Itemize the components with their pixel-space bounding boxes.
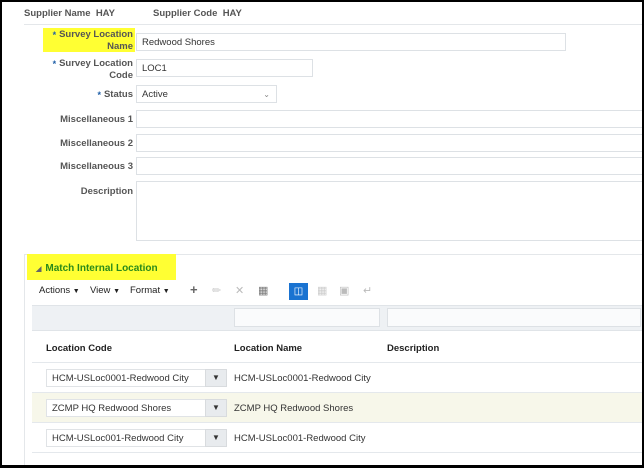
location-name-cell: HCM-USLoc0001-Redwood City bbox=[234, 373, 371, 384]
caret-down-icon: ▼ bbox=[212, 373, 220, 382]
description-label: Description bbox=[80, 186, 133, 197]
survey-location-name-label: * Survey Location Name bbox=[53, 29, 133, 53]
format-label: Format bbox=[130, 285, 161, 296]
freeze-icon[interactable]: ▦ bbox=[258, 284, 268, 297]
label-line: Code bbox=[109, 70, 133, 81]
view-menu[interactable]: View ▼ bbox=[90, 285, 120, 296]
dropdown-button[interactable]: ▼ bbox=[205, 369, 227, 387]
section-title: Match Internal Location bbox=[45, 263, 158, 274]
collapse-triangle-icon: ◢ bbox=[36, 266, 42, 273]
format-menu[interactable]: Format ▼ bbox=[130, 285, 170, 296]
caret-down-icon: ▼ bbox=[72, 288, 80, 295]
wrap-icon[interactable]: ↵ bbox=[363, 284, 372, 297]
location-name-cell: ZCMP HQ Redwood Shores bbox=[234, 403, 354, 414]
page: Supplier Name HAY Supplier Code HAY * Sur… bbox=[2, 2, 642, 465]
label-line: Survey Location bbox=[59, 29, 133, 40]
table-row[interactable]: HCM-USLoc0001-Redwood City ▼ HCM-USLoc00… bbox=[32, 363, 642, 393]
status-label: * Status bbox=[97, 89, 133, 101]
required-marker: * bbox=[97, 90, 101, 100]
supplier-name: Supplier Name HAY bbox=[24, 8, 115, 19]
divider bbox=[24, 24, 642, 25]
section-header[interactable]: ◢ Match Internal Location bbox=[36, 263, 158, 274]
misc1-label: Miscellaneous 1 bbox=[60, 114, 133, 125]
dropdown-button[interactable]: ▼ bbox=[205, 429, 227, 447]
filter-icon: ◫ bbox=[293, 286, 304, 297]
caret-down-icon: ▼ bbox=[162, 288, 170, 295]
dropdown-button[interactable]: ▼ bbox=[205, 399, 227, 417]
columns-icon[interactable]: ▦ bbox=[317, 284, 327, 297]
description-filter-input[interactable] bbox=[387, 308, 641, 327]
misc2-input[interactable] bbox=[136, 134, 642, 152]
status-value: Active bbox=[142, 89, 168, 100]
actions-label: Actions bbox=[39, 285, 71, 296]
misc2-label: Miscellaneous 2 bbox=[60, 138, 133, 149]
table-header: Location Code Location Name Description bbox=[32, 331, 642, 363]
label-line: Name bbox=[107, 41, 133, 52]
caret-down-icon: ▼ bbox=[212, 403, 220, 412]
survey-location-name-input[interactable]: Redwood Shores bbox=[136, 33, 566, 51]
survey-location-code-input[interactable]: LOC1 bbox=[136, 59, 313, 77]
misc3-label: Miscellaneous 3 bbox=[60, 161, 133, 172]
delete-icon[interactable]: ✕ bbox=[235, 284, 244, 297]
detach-icon[interactable]: ▣ bbox=[339, 284, 349, 297]
table-row[interactable]: HCM-USLoc001-Redwood City ▼ HCM-USLoc001… bbox=[32, 423, 642, 453]
add-icon[interactable]: + bbox=[190, 282, 198, 297]
supplier-name-value: HAY bbox=[95, 8, 115, 19]
required-marker: * bbox=[52, 59, 57, 69]
actions-menu[interactable]: Actions ▼ bbox=[39, 285, 80, 296]
status-select[interactable]: Active ⌄ bbox=[136, 85, 277, 103]
label-text: Status bbox=[103, 89, 133, 100]
column-header-description[interactable]: Description bbox=[387, 343, 439, 354]
caret-down-icon: ▼ bbox=[113, 288, 120, 295]
label-line: Survey Location bbox=[59, 58, 133, 69]
survey-location-code-label: * Survey Location Code bbox=[53, 58, 133, 82]
location-name-filter-input[interactable] bbox=[234, 308, 380, 327]
misc1-input[interactable] bbox=[136, 110, 642, 128]
supplier-code-value: HAY bbox=[222, 8, 242, 19]
edit-icon[interactable]: ✏ bbox=[212, 284, 221, 297]
query-by-example-button[interactable]: ◫ bbox=[289, 283, 308, 300]
chevron-down-icon: ⌄ bbox=[263, 90, 270, 99]
description-textarea[interactable] bbox=[136, 181, 642, 241]
caret-down-icon: ▼ bbox=[212, 433, 220, 442]
view-label: View bbox=[90, 285, 111, 296]
location-code-select[interactable]: HCM-USLoc001-Redwood City bbox=[46, 429, 227, 447]
required-marker: * bbox=[52, 30, 57, 40]
table-row[interactable]: ZCMP HQ Redwood Shores ▼ ZCMP HQ Redwood… bbox=[32, 393, 642, 423]
location-code-select[interactable]: HCM-USLoc0001-Redwood City bbox=[46, 369, 227, 387]
supplier-code: Supplier Code HAY bbox=[153, 8, 242, 19]
location-code-select[interactable]: ZCMP HQ Redwood Shores bbox=[46, 399, 227, 417]
supplier-name-label: Supplier Name bbox=[24, 8, 91, 19]
column-header-location-code[interactable]: Location Code bbox=[46, 343, 112, 354]
supplier-code-label: Supplier Code bbox=[153, 8, 218, 19]
location-name-cell: HCM-USLoc001-Redwood City bbox=[234, 433, 366, 444]
misc3-input[interactable] bbox=[136, 157, 642, 175]
column-header-location-name[interactable]: Location Name bbox=[234, 343, 302, 354]
